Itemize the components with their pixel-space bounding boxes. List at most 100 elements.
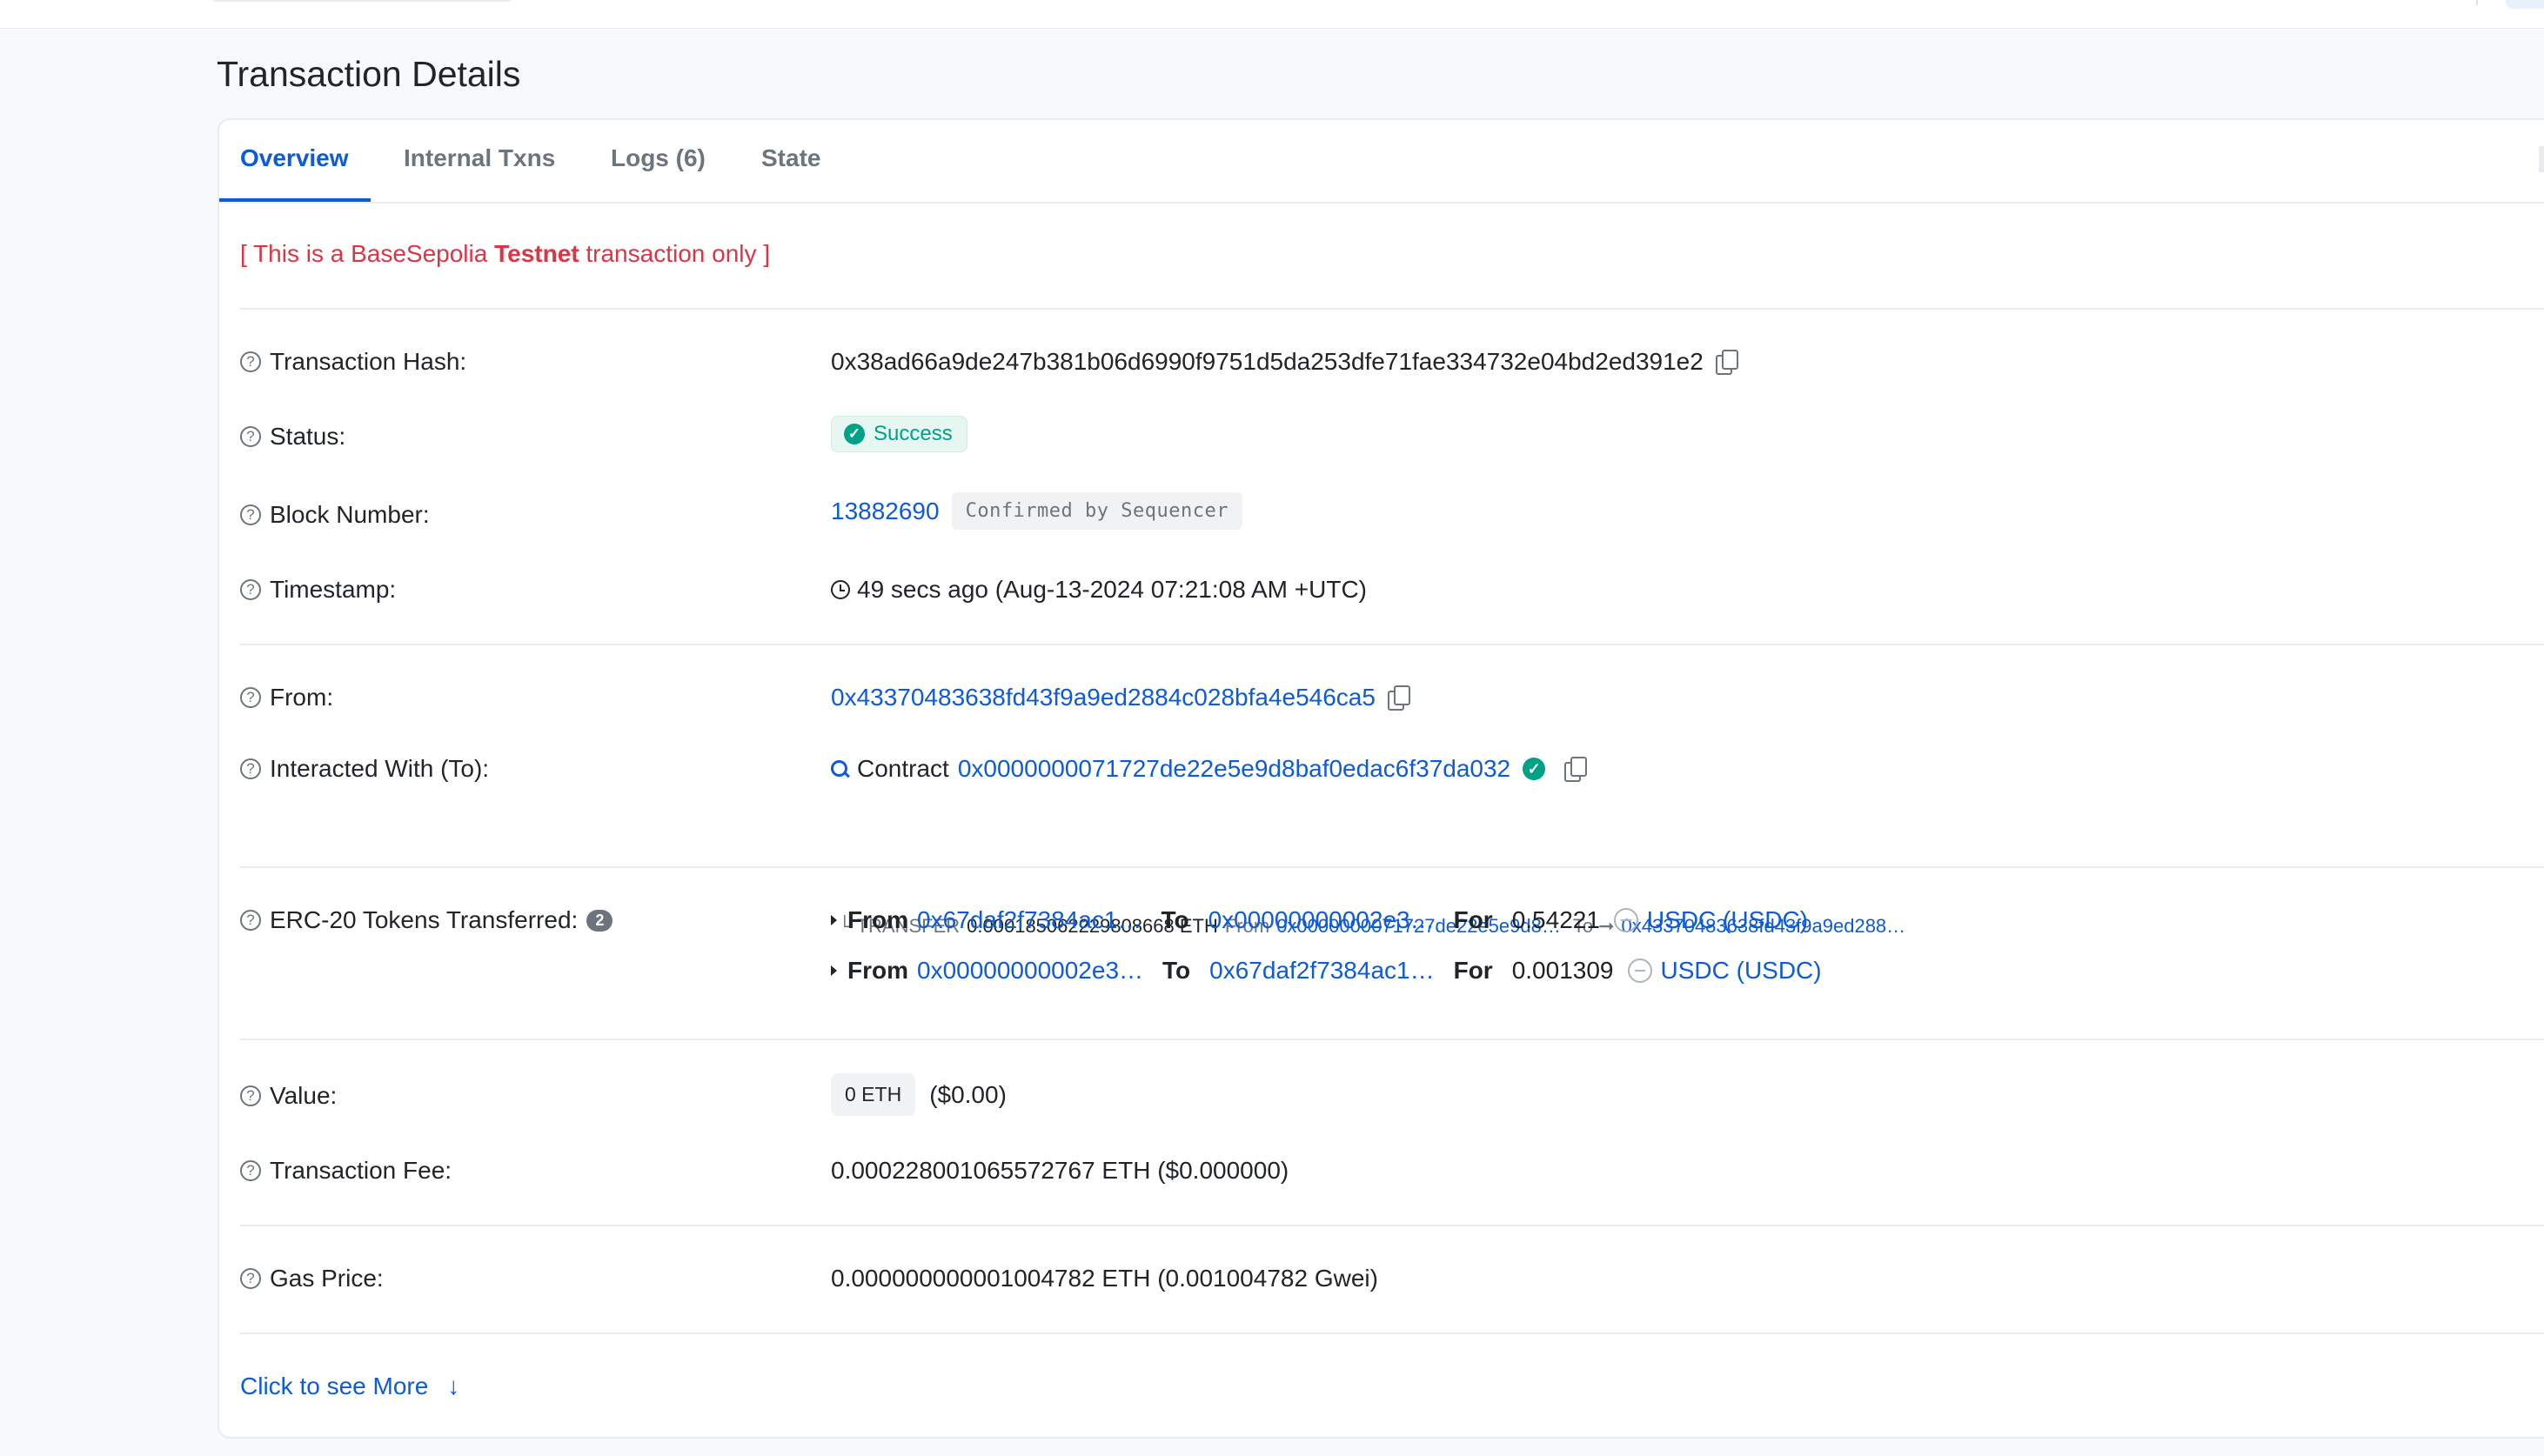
search-bar-edge[interactable] bbox=[214, 0, 510, 2]
verified-check-icon: ✓ bbox=[1523, 758, 1546, 780]
tx-hash-value: 0x38ad66a9de247b381b06d6990f9751d5da253d… bbox=[831, 348, 1704, 375]
status-value-row: ✓ Success bbox=[831, 416, 967, 452]
tab-overview[interactable]: Overview bbox=[240, 144, 349, 172]
token-icon bbox=[1613, 908, 1638, 932]
timestamp-value: 49 secs ago (Aug-13-2024 07:21:08 AM +UT… bbox=[857, 576, 1368, 603]
copy-icon[interactable] bbox=[1715, 350, 1738, 375]
token-amount: 0.001309 bbox=[1511, 957, 1614, 984]
from-label-text: From: bbox=[270, 684, 334, 711]
value-label: ? Value: bbox=[240, 1082, 337, 1110]
timestamp-label: ? Timestamp: bbox=[240, 576, 396, 604]
from-address-link[interactable]: 0x43370483638fd43f9a9ed2884c028bfa4e546c… bbox=[831, 684, 1376, 711]
see-more-text[interactable]: Click to see More bbox=[240, 1373, 428, 1400]
status-label: ? Status: bbox=[240, 423, 345, 451]
active-tab-indicator bbox=[219, 198, 371, 202]
tx-hash-label: ? Transaction Hash: bbox=[240, 348, 466, 376]
question-circle-icon[interactable]: ? bbox=[240, 910, 261, 931]
interacted-with-label-text: Interacted With (To): bbox=[270, 755, 490, 782]
tx-hash-value-row: 0x38ad66a9de247b381b06d6990f9751d5da253d… bbox=[831, 348, 1738, 376]
divider bbox=[240, 1332, 2544, 1334]
eth-value-badge: 0 ETH bbox=[831, 1073, 916, 1116]
block-number-link[interactable]: 13882690 bbox=[831, 498, 940, 525]
timestamp-value-row: 49 secs ago (Aug-13-2024 07:21:08 AM +UT… bbox=[831, 576, 1367, 604]
tx-hash-label-text: Transaction Hash: bbox=[270, 348, 467, 375]
timestamp-label-text: Timestamp: bbox=[270, 576, 397, 603]
contract-address-link[interactable]: 0x0000000071727de22e5e9d8baf0edac6f37da0… bbox=[958, 755, 1510, 783]
erc20-count-badge: 2 bbox=[586, 909, 613, 932]
token-from-label: From bbox=[847, 957, 908, 984]
transaction-card: Overview Internal Txns Logs (6) State [ … bbox=[218, 118, 2544, 1439]
token-name-link[interactable]: USDC (USDC) bbox=[1661, 957, 1822, 985]
search-icon bbox=[831, 760, 848, 778]
token-from-link[interactable]: 0x67daf2f7384ac1… bbox=[917, 906, 1141, 934]
token-to-label: To bbox=[1161, 906, 1189, 933]
status-text: Success bbox=[874, 422, 953, 445]
check-circle-icon: ✓ bbox=[844, 424, 865, 444]
status-badge: ✓ Success bbox=[831, 416, 967, 452]
divider bbox=[240, 308, 2544, 310]
see-more-link[interactable]: Click to see More ↓ bbox=[240, 1373, 459, 1400]
tx-fee-label: ? Transaction Fee: bbox=[240, 1157, 452, 1185]
erc20-label: ? ERC-20 Tokens Transferred: 2 bbox=[240, 906, 613, 934]
from-label: ? From: bbox=[240, 684, 333, 711]
token-from-link[interactable]: 0x00000000002e3… bbox=[917, 957, 1143, 985]
tab-logs[interactable]: Logs (6) bbox=[611, 144, 706, 172]
contract-prefix: Contract bbox=[857, 755, 949, 782]
top-navbar bbox=[0, 0, 2544, 29]
notice-suffix: transaction only ] bbox=[579, 240, 771, 267]
page-title: Transaction Details bbox=[217, 54, 521, 94]
navbar-divider bbox=[2476, 0, 2478, 5]
tab-internal-txns[interactable]: Internal Txns bbox=[404, 144, 555, 172]
value-usd: ($0.00) bbox=[929, 1080, 1007, 1108]
question-circle-icon[interactable]: ? bbox=[240, 426, 261, 447]
status-label-text: Status: bbox=[270, 423, 346, 450]
caret-right-icon[interactable] bbox=[831, 915, 837, 925]
tab-bar-menu-edge[interactable] bbox=[2539, 146, 2544, 172]
divider bbox=[240, 1039, 2544, 1040]
token-to-link[interactable]: 0x00000000002e3… bbox=[1208, 906, 1435, 934]
gas-price-value-row: 0.000000000001004782 ETH (0.001004782 Gw… bbox=[831, 1265, 1378, 1292]
copy-icon[interactable] bbox=[1564, 757, 1588, 782]
tx-fee-label-text: Transaction Fee: bbox=[270, 1157, 452, 1184]
token-amount: 0.54221 bbox=[1511, 906, 1600, 933]
navbar-button-edge[interactable] bbox=[2506, 0, 2544, 9]
question-circle-icon[interactable]: ? bbox=[240, 1160, 261, 1181]
testnet-notice: [ This is a BaseSepolia Testnet transact… bbox=[240, 240, 770, 268]
interacted-with-label: ? Interacted With (To): bbox=[240, 755, 489, 783]
erc20-label-text: ERC-20 Tokens Transferred: bbox=[270, 906, 579, 933]
gas-price-label-text: Gas Price: bbox=[270, 1265, 384, 1292]
question-circle-icon[interactable]: ? bbox=[240, 579, 261, 600]
tab-state[interactable]: State bbox=[761, 144, 820, 172]
token-transfer-row: From 0x67daf2f7384ac1… To 0x00000000002e… bbox=[831, 906, 1808, 934]
question-circle-icon[interactable]: ? bbox=[240, 687, 261, 708]
token-icon bbox=[1627, 958, 1652, 983]
gas-price-value: 0.000000000001004782 ETH (0.001004782 Gw… bbox=[831, 1265, 1378, 1292]
caret-right-icon[interactable] bbox=[831, 965, 837, 976]
notice-testnet: Testnet bbox=[494, 240, 579, 267]
token-name-link[interactable]: USDC (USDC) bbox=[1647, 906, 1808, 934]
block-number-value-row: 13882690 Confirmed by Sequencer bbox=[831, 492, 1242, 530]
value-row: 0 ETH ($0.00) bbox=[831, 1073, 1007, 1116]
question-circle-icon[interactable]: ? bbox=[240, 1085, 261, 1106]
divider bbox=[240, 866, 2544, 868]
tx-fee-value: 0.000228001065572767 ETH ($0.000000) bbox=[831, 1157, 1289, 1184]
clock-icon bbox=[831, 580, 850, 599]
notice-prefix: [ This is a BaseSepolia bbox=[240, 240, 495, 267]
question-circle-icon[interactable]: ? bbox=[240, 758, 261, 779]
tab-bar: Overview Internal Txns Logs (6) State bbox=[219, 120, 2544, 204]
question-circle-icon[interactable]: ? bbox=[240, 351, 261, 372]
token-from-label: From bbox=[847, 906, 908, 933]
block-number-label-text: Block Number: bbox=[270, 501, 430, 528]
tx-fee-value-row: 0.000228001065572767 ETH ($0.000000) bbox=[831, 1157, 1289, 1185]
value-label-text: Value: bbox=[270, 1082, 338, 1109]
question-circle-icon[interactable]: ? bbox=[240, 504, 261, 525]
arrow-down-icon[interactable]: ↓ bbox=[447, 1373, 459, 1400]
copy-icon[interactable] bbox=[1387, 685, 1410, 711]
question-circle-icon[interactable]: ? bbox=[240, 1268, 261, 1289]
token-to-link[interactable]: 0x67daf2f7384ac1… bbox=[1209, 957, 1434, 985]
token-to-label: To bbox=[1162, 957, 1191, 984]
token-transfer-row: From 0x00000000002e3… To 0x67daf2f7384ac… bbox=[831, 957, 1822, 985]
from-value-row: 0x43370483638fd43f9a9ed2884c028bfa4e546c… bbox=[831, 684, 1410, 711]
divider bbox=[240, 644, 2544, 645]
block-number-label: ? Block Number: bbox=[240, 501, 430, 529]
